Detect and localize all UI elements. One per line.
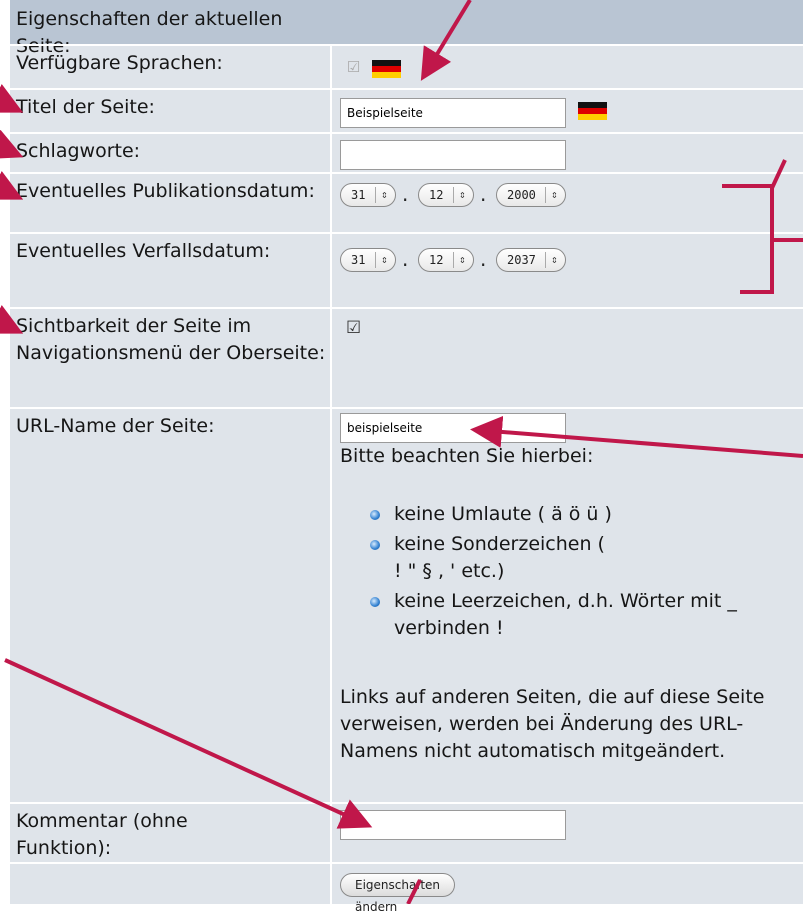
row-navigation-visibility: Sichtbarkeit der Seite im Navigationsmen… [10, 307, 803, 409]
form-header: Eigenschaften der aktuellen Seite: [10, 0, 803, 57]
comment-label: Kommentar (ohne Funktion): [16, 810, 188, 859]
stepper-arrows-icon: ⇕ [459, 253, 466, 266]
available-languages-label: Verfügbare Sprachen: [16, 52, 223, 74]
expiry-year-select[interactable]: 2037 ⇕ [496, 248, 566, 272]
url-change-note: Links auf anderen Seiten, die auf diese … [340, 686, 765, 762]
publication-day-value: 31 [351, 188, 366, 202]
keywords-input[interactable] [340, 140, 566, 170]
german-flag-icon [372, 60, 401, 78]
url-rules-list: keine Umlaute ( ä ö ü ) keine Sonderzeic… [370, 501, 800, 645]
stepper-arrows-icon: ⇕ [381, 188, 388, 201]
row-expiry-date: Eventuelles Verfallsdatum: 31 ⇕ . 12 ⇕ .… [10, 232, 803, 309]
publication-date-label: Eventuelles Publikationsdatum: [16, 180, 315, 202]
row-comment: Kommentar (ohne Funktion): [10, 802, 803, 864]
bullet-icon [370, 510, 380, 520]
expiry-month-select[interactable]: 12 ⇕ [418, 248, 474, 272]
url-hint-title: Bitte beachten Sie hierbei: [340, 445, 594, 467]
publication-day-select[interactable]: 31 ⇕ [340, 183, 396, 207]
expiry-year-value: 2037 [507, 253, 536, 267]
publication-month-value: 12 [429, 188, 444, 202]
publication-year-select[interactable]: 2000 ⇕ [496, 183, 566, 207]
url-rule-item: keine Umlaute ( ä ö ü ) [370, 501, 800, 528]
page-title-input[interactable]: Beispielseite [340, 98, 566, 128]
submit-properties-button[interactable]: Eigenschaften ändern [340, 873, 456, 914]
row-available-languages: Verfügbare Sprachen: ☑ [10, 44, 803, 90]
stepper-arrows-icon: ⇕ [551, 253, 558, 266]
url-name-input[interactable]: beispielseite [340, 413, 566, 443]
row-publication-date: Eventuelles Publikationsdatum: 31 ⇕ . 12… [10, 172, 803, 234]
navigation-visibility-checkbox[interactable]: ☑ [346, 320, 361, 337]
page-title-label: Titel der Seite: [16, 96, 155, 118]
language-checkbox-icon[interactable]: ☑ [346, 60, 361, 75]
expiry-day-value: 31 [351, 253, 366, 267]
german-flag-icon [578, 102, 607, 120]
url-name-label: URL-Name der Seite: [16, 415, 215, 437]
comment-input[interactable] [340, 810, 566, 840]
publication-year-value: 2000 [507, 188, 536, 202]
expiry-date-label: Eventuelles Verfallsdatum: [16, 240, 271, 262]
stepper-arrows-icon: ⇕ [551, 188, 558, 201]
expiry-month-value: 12 [429, 253, 444, 267]
url-rule-item: keine Sonderzeichen ( ! " § , ' etc.) [370, 531, 614, 585]
publication-month-select[interactable]: 12 ⇕ [418, 183, 474, 207]
bullet-icon [370, 540, 380, 550]
navigation-visibility-label: Sichtbarkeit der Seite im Navigationsmen… [16, 315, 326, 364]
row-url-name: URL-Name der Seite: beispielseite Bitte … [10, 407, 803, 804]
bullet-icon [370, 597, 380, 607]
row-keywords: Schlagworte: [10, 132, 803, 174]
stepper-arrows-icon: ⇕ [381, 253, 388, 266]
stepper-arrows-icon: ⇕ [459, 188, 466, 201]
keywords-label: Schlagworte: [16, 140, 141, 162]
row-submit: Eigenschaften ändern [10, 862, 803, 914]
row-page-title: Titel der Seite: Beispielseite [10, 88, 803, 134]
expiry-day-select[interactable]: 31 ⇕ [340, 248, 396, 272]
url-rule-item: keine Leerzeichen, d.h. Wörter mit _ ver… [370, 588, 803, 642]
page-properties-form: Eigenschaften der aktuellen Seite: Verfü… [10, 0, 803, 914]
